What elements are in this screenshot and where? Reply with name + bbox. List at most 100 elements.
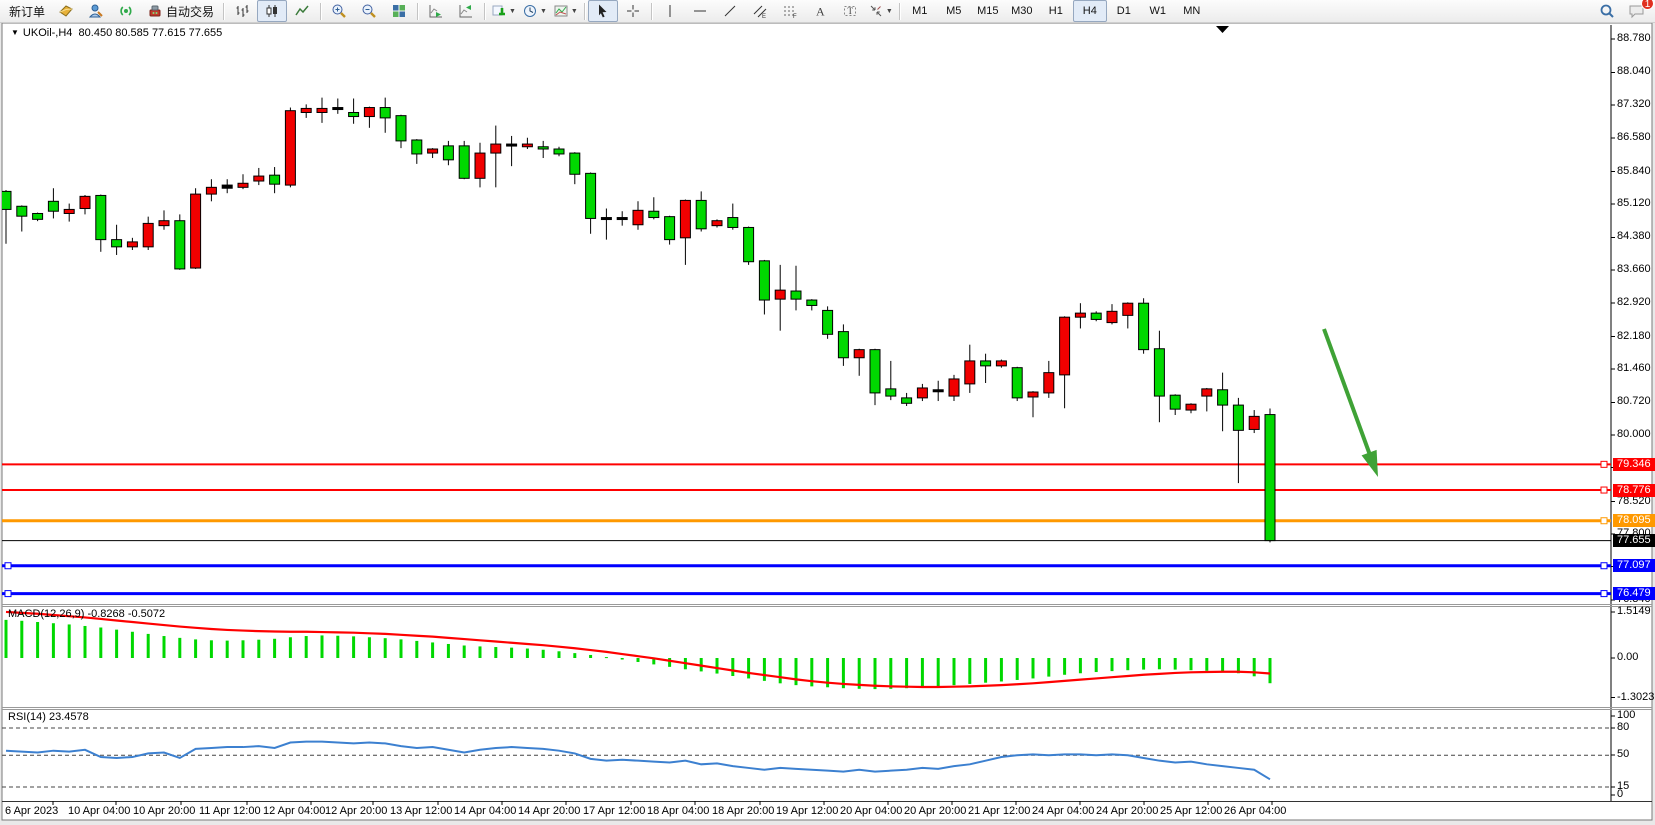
macd-histogram-bar bbox=[589, 655, 592, 658]
templates-button[interactable]: ▼ bbox=[550, 0, 581, 22]
tile-windows-icon bbox=[391, 3, 407, 19]
candle-body bbox=[491, 144, 501, 153]
label-icon: T bbox=[842, 3, 858, 19]
macd-histogram-bar bbox=[321, 635, 324, 658]
search-button[interactable] bbox=[1592, 0, 1622, 22]
line-chart-button[interactable] bbox=[287, 0, 317, 22]
macd-histogram-bar bbox=[1111, 658, 1114, 671]
horizontal-line-icon bbox=[692, 3, 708, 19]
line-handle[interactable] bbox=[1601, 563, 1607, 569]
candle-body bbox=[617, 218, 627, 220]
time-tick-label: 10 Apr 04:00 bbox=[68, 805, 130, 817]
time-tick-label: 12 Apr 04:00 bbox=[263, 805, 325, 817]
chart-shift-button[interactable] bbox=[451, 0, 481, 22]
candle-body bbox=[838, 332, 848, 358]
gold-book-icon[interactable] bbox=[51, 0, 81, 22]
timeframe-button-M15[interactable]: M15 bbox=[971, 0, 1005, 22]
timeframe-button-MN[interactable]: MN bbox=[1175, 0, 1209, 22]
timeframe-button-M30[interactable]: M30 bbox=[1005, 0, 1039, 22]
macd-histogram-bar bbox=[415, 641, 418, 658]
fibonacci-button[interactable]: F bbox=[775, 0, 805, 22]
hline-price-badge: 79.346 bbox=[1613, 458, 1655, 471]
candle-body bbox=[1154, 349, 1164, 396]
new-order-button[interactable]: 新订单 bbox=[3, 0, 51, 22]
candlestick-button[interactable] bbox=[257, 0, 287, 22]
macd-histogram-bar bbox=[1142, 658, 1145, 670]
price-tick-label: 81.460 bbox=[1617, 362, 1651, 374]
channel-button[interactable]: E bbox=[745, 0, 775, 22]
time-tick-label: 13 Apr 12:00 bbox=[390, 805, 452, 817]
cursor-button[interactable] bbox=[588, 0, 618, 22]
macd-histogram-bar bbox=[1174, 658, 1177, 670]
community-icon[interactable] bbox=[81, 0, 111, 22]
candle-body bbox=[206, 187, 216, 194]
candle-body bbox=[112, 240, 122, 247]
timeframe-button-H4[interactable]: H4 bbox=[1073, 0, 1107, 22]
macd-histogram-bar bbox=[368, 637, 371, 658]
crosshair-button[interactable] bbox=[618, 0, 648, 22]
horizontal-line-button[interactable] bbox=[685, 0, 715, 22]
line-handle[interactable] bbox=[1601, 518, 1607, 524]
chat-button[interactable]: 1 bbox=[1622, 0, 1652, 22]
candle-body bbox=[759, 261, 769, 300]
macd-histogram-bar bbox=[305, 636, 308, 658]
indicators-button[interactable]: ▼ bbox=[488, 0, 519, 22]
chart-canvas bbox=[0, 0, 1655, 825]
candle-body bbox=[1, 191, 11, 209]
candle-body bbox=[1186, 404, 1196, 410]
text-button[interactable]: A bbox=[805, 0, 835, 22]
candle-body bbox=[459, 146, 469, 178]
candle-body bbox=[270, 175, 280, 184]
label-button[interactable]: T bbox=[835, 0, 865, 22]
periods-button[interactable]: ▼ bbox=[519, 0, 550, 22]
symbol-header: ▼ UKOil-,H4 80.450 80.585 77.615 77.655 bbox=[11, 27, 222, 39]
line-handle[interactable] bbox=[1601, 461, 1607, 467]
bar-chart-icon bbox=[234, 3, 250, 19]
timeframe-button-D1[interactable]: D1 bbox=[1107, 0, 1141, 22]
line-handle[interactable] bbox=[1601, 591, 1607, 597]
collapse-arrow-icon[interactable]: ▼ bbox=[11, 28, 19, 37]
candle-body bbox=[522, 144, 532, 147]
macd-histogram-bar bbox=[147, 634, 150, 658]
macd-histogram-bar bbox=[542, 650, 545, 658]
macd-histogram-bar bbox=[1047, 658, 1050, 677]
candle-body bbox=[1060, 317, 1070, 375]
macd-histogram-bar bbox=[20, 621, 23, 658]
bar-chart-button[interactable] bbox=[227, 0, 257, 22]
macd-histogram-bar bbox=[431, 642, 434, 658]
candle-body bbox=[791, 291, 801, 299]
timeframe-button-M5[interactable]: M5 bbox=[937, 0, 971, 22]
signals-icon[interactable] bbox=[111, 0, 141, 22]
macd-histogram-bar bbox=[210, 640, 213, 658]
macd-histogram-bar bbox=[1079, 658, 1082, 673]
macd-histogram-bar bbox=[447, 644, 450, 658]
candle-body bbox=[285, 111, 295, 185]
line-handle[interactable] bbox=[5, 591, 11, 597]
arrows-button[interactable]: ▼ bbox=[865, 0, 896, 22]
toolbar-separator bbox=[320, 3, 321, 20]
zoom-out-button[interactable] bbox=[354, 0, 384, 22]
timeframe-button-H1[interactable]: H1 bbox=[1039, 0, 1073, 22]
candle-body bbox=[601, 218, 611, 220]
candle-body bbox=[1123, 303, 1133, 315]
vertical-line-button[interactable] bbox=[655, 0, 685, 22]
tile-windows-button[interactable] bbox=[384, 0, 414, 22]
candle-body bbox=[996, 361, 1006, 366]
symbol-ohlc-label: UKOil-,H4 80.450 80.585 77.615 77.655 bbox=[23, 27, 222, 39]
rsi-tick-label: 0 bbox=[1617, 788, 1623, 800]
time-tick-label: 10 Apr 20:00 bbox=[133, 805, 195, 817]
macd-histogram-bar bbox=[1063, 658, 1066, 675]
vertical-line-icon bbox=[662, 3, 678, 19]
macd-histogram-bar bbox=[605, 657, 608, 658]
trendline-button[interactable] bbox=[715, 0, 745, 22]
timeframe-button-M1[interactable]: M1 bbox=[903, 0, 937, 22]
price-tick-label: 82.180 bbox=[1617, 330, 1651, 342]
timeframe-button-W1[interactable]: W1 bbox=[1141, 0, 1175, 22]
zoom-in-button[interactable] bbox=[324, 0, 354, 22]
line-handle[interactable] bbox=[1601, 487, 1607, 493]
auto-scroll-button[interactable] bbox=[421, 0, 451, 22]
autotrade-button[interactable]: 自动交易 bbox=[141, 0, 220, 22]
price-tick-label: 80.720 bbox=[1617, 395, 1651, 407]
line-handle[interactable] bbox=[5, 563, 11, 569]
price-tick-label: 85.840 bbox=[1617, 165, 1651, 177]
